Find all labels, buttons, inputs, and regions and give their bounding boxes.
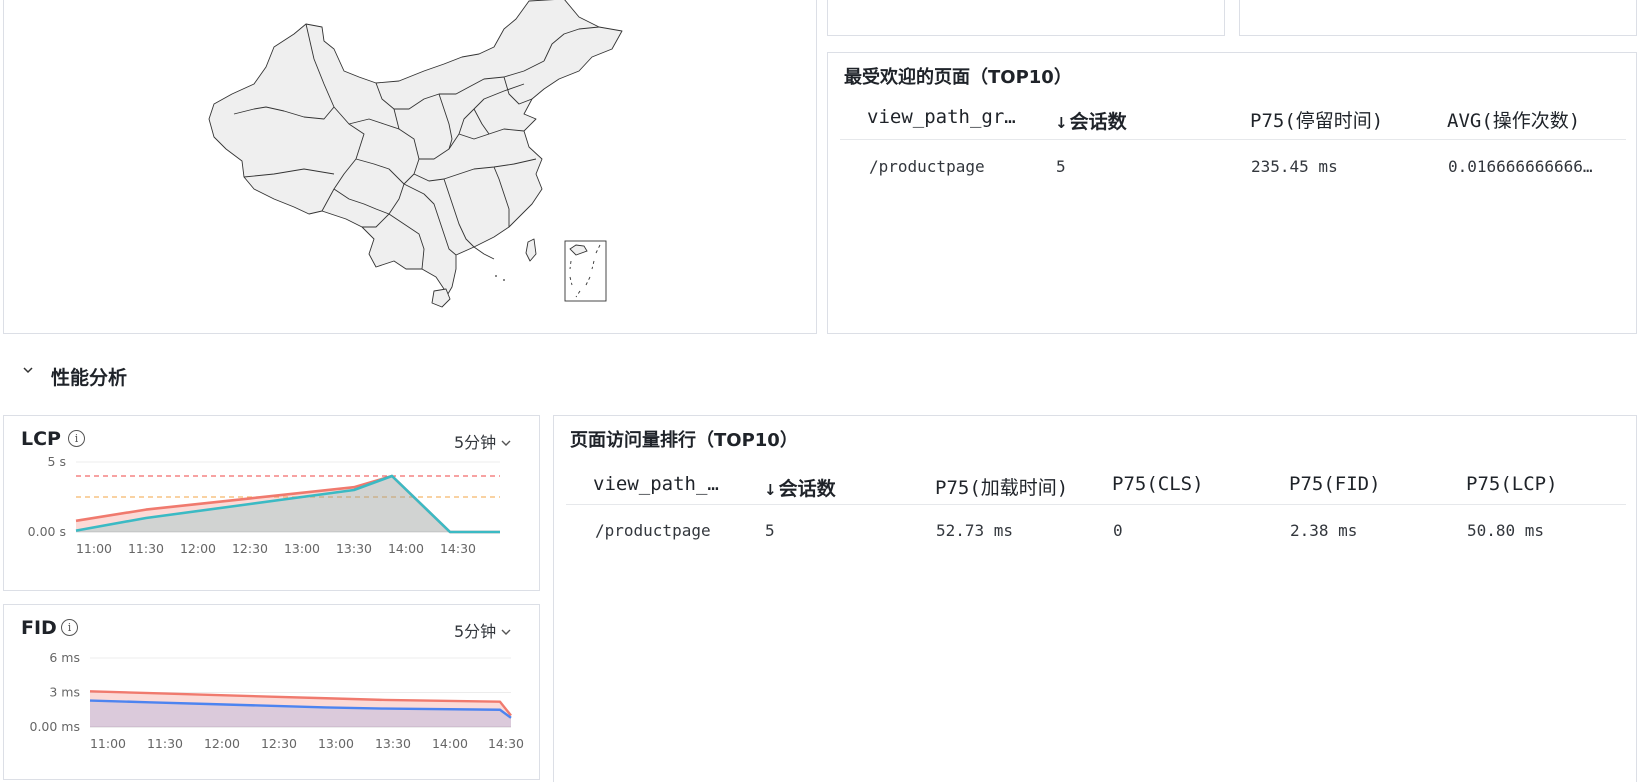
x-tick-label: 12:00 bbox=[180, 541, 216, 556]
cell-path[interactable]: /productpage bbox=[595, 521, 711, 540]
y-tick-label: 0.00 s bbox=[28, 524, 66, 539]
x-tick-label: 11:00 bbox=[90, 736, 126, 751]
cell-sessions: 5 bbox=[1056, 157, 1066, 176]
fid-interval-label: 5分钟 bbox=[454, 622, 497, 641]
table-header-divider bbox=[566, 504, 1626, 505]
x-tick-label: 13:00 bbox=[284, 541, 320, 556]
x-tick-label: 14:30 bbox=[440, 541, 476, 556]
china-map bbox=[208, 0, 623, 308]
y-tick-label: 3 ms bbox=[49, 685, 80, 700]
column-header-p75-stay[interactable]: P75(停留时间) bbox=[1250, 106, 1383, 133]
cell-p75-cls: 0 bbox=[1113, 521, 1123, 540]
column-header-avg-ops[interactable]: AVG(操作次数) bbox=[1447, 106, 1580, 133]
column-header-p75-lcp[interactable]: P75(LCP) bbox=[1466, 473, 1558, 495]
map-panel bbox=[3, 0, 817, 334]
fid-chart-title: FID bbox=[21, 617, 57, 639]
fid-chart-panel: FID i 5分钟 6 ms 3 ms 0.00 ms 11:00 11:30 12:00… bbox=[3, 604, 540, 780]
taiwan-island bbox=[525, 238, 537, 262]
x-tick-label: 13:30 bbox=[336, 541, 372, 556]
chevron-down-icon bbox=[500, 626, 512, 641]
sort-desc-icon[interactable]: ↓ bbox=[764, 481, 777, 499]
fid-chart: 6 ms 3 ms 0.00 ms 11:00 11:30 12:00 12:30 13:00… bbox=[30, 650, 525, 751]
x-tick-label: 11:30 bbox=[128, 541, 164, 556]
cell-p75-fid: 2.38 ms bbox=[1290, 521, 1358, 540]
column-header-p75-load[interactable]: P75(加载时间) bbox=[935, 473, 1068, 500]
lcp-interval-select[interactable]: 5分钟 bbox=[454, 429, 512, 453]
info-icon[interactable]: i bbox=[68, 430, 85, 447]
x-tick-label: 12:30 bbox=[232, 541, 268, 556]
column-header-p75-fid[interactable]: P75(FID) bbox=[1289, 473, 1381, 495]
column-header-sessions[interactable]: ↓ 会话数 bbox=[1055, 107, 1127, 134]
top-pages-title: 最受欢迎的页面（TOP10） bbox=[844, 67, 1072, 88]
chevron-down-icon[interactable] bbox=[22, 364, 34, 380]
y-tick-label: 6 ms bbox=[49, 650, 80, 665]
column-header-sessions-label: 会话数 bbox=[778, 478, 836, 500]
page-visits-panel: 页面访问量排行（TOP10） view_path_… ↓ 会话数 P75(加载时间… bbox=[553, 415, 1637, 782]
cell-avg-ops: 0.016666666666… bbox=[1448, 157, 1593, 176]
chevron-down-icon bbox=[500, 437, 512, 452]
lcp-chart-panel: LCP i 5分钟 5 s 0.00 s 11:00 11:30 12:00 12:30 1… bbox=[3, 415, 540, 591]
y-tick-label: 5 s bbox=[48, 454, 66, 469]
hainan-island bbox=[431, 288, 451, 308]
south-china-sea-inset bbox=[564, 240, 607, 302]
x-tick-label: 12:30 bbox=[261, 736, 297, 751]
sort-desc-icon[interactable]: ↓ bbox=[1055, 114, 1068, 132]
column-header-sessions[interactable]: ↓ 会话数 bbox=[764, 474, 836, 501]
x-tick-label: 12:00 bbox=[204, 736, 240, 751]
cell-path[interactable]: /productpage bbox=[869, 157, 985, 176]
cell-p75-load: 52.73 ms bbox=[936, 521, 1014, 540]
info-icon[interactable]: i bbox=[61, 619, 78, 636]
lcp-series-teal-area bbox=[76, 476, 500, 532]
fid-interval-select[interactable]: 5分钟 bbox=[454, 618, 512, 642]
column-header-sessions-label: 会话数 bbox=[1069, 111, 1127, 133]
column-header-p75-cls[interactable]: P75(CLS) bbox=[1112, 473, 1204, 495]
column-header-view-path[interactable]: view_path_gr… bbox=[867, 106, 1037, 128]
lcp-chart-title: LCP bbox=[21, 428, 61, 450]
x-tick-label: 13:00 bbox=[318, 736, 354, 751]
y-tick-label: 0.00 ms bbox=[30, 719, 81, 734]
stat-box-left bbox=[827, 0, 1225, 36]
x-tick-label: 14:00 bbox=[432, 736, 468, 751]
stat-box-right bbox=[1239, 0, 1637, 36]
x-tick-label: 13:30 bbox=[375, 736, 411, 751]
x-tick-label: 14:00 bbox=[388, 541, 424, 556]
map-outline bbox=[208, 0, 623, 305]
x-tick-label: 11:30 bbox=[147, 736, 183, 751]
column-header-view-path[interactable]: view_path_… bbox=[593, 473, 733, 495]
page-visits-title: 页面访问量排行（TOP10） bbox=[570, 430, 798, 451]
lcp-chart: 5 s 0.00 s 11:00 11:30 12:00 12:30 13:00 13:30 1… bbox=[28, 454, 500, 556]
top-pages-panel: 最受欢迎的页面（TOP10） view_path_gr… ↓ 会话数 P75(停留… bbox=[827, 52, 1637, 334]
performance-section-title: 性能分析 bbox=[51, 367, 128, 389]
cell-sessions: 5 bbox=[765, 521, 775, 540]
lcp-interval-label: 5分钟 bbox=[454, 433, 497, 452]
cell-p75-lcp: 50.80 ms bbox=[1467, 521, 1545, 540]
x-tick-label: 14:30 bbox=[488, 736, 524, 751]
table-header-divider bbox=[840, 139, 1626, 140]
x-tick-label: 11:00 bbox=[76, 541, 112, 556]
cell-p75-stay: 235.45 ms bbox=[1251, 157, 1338, 176]
